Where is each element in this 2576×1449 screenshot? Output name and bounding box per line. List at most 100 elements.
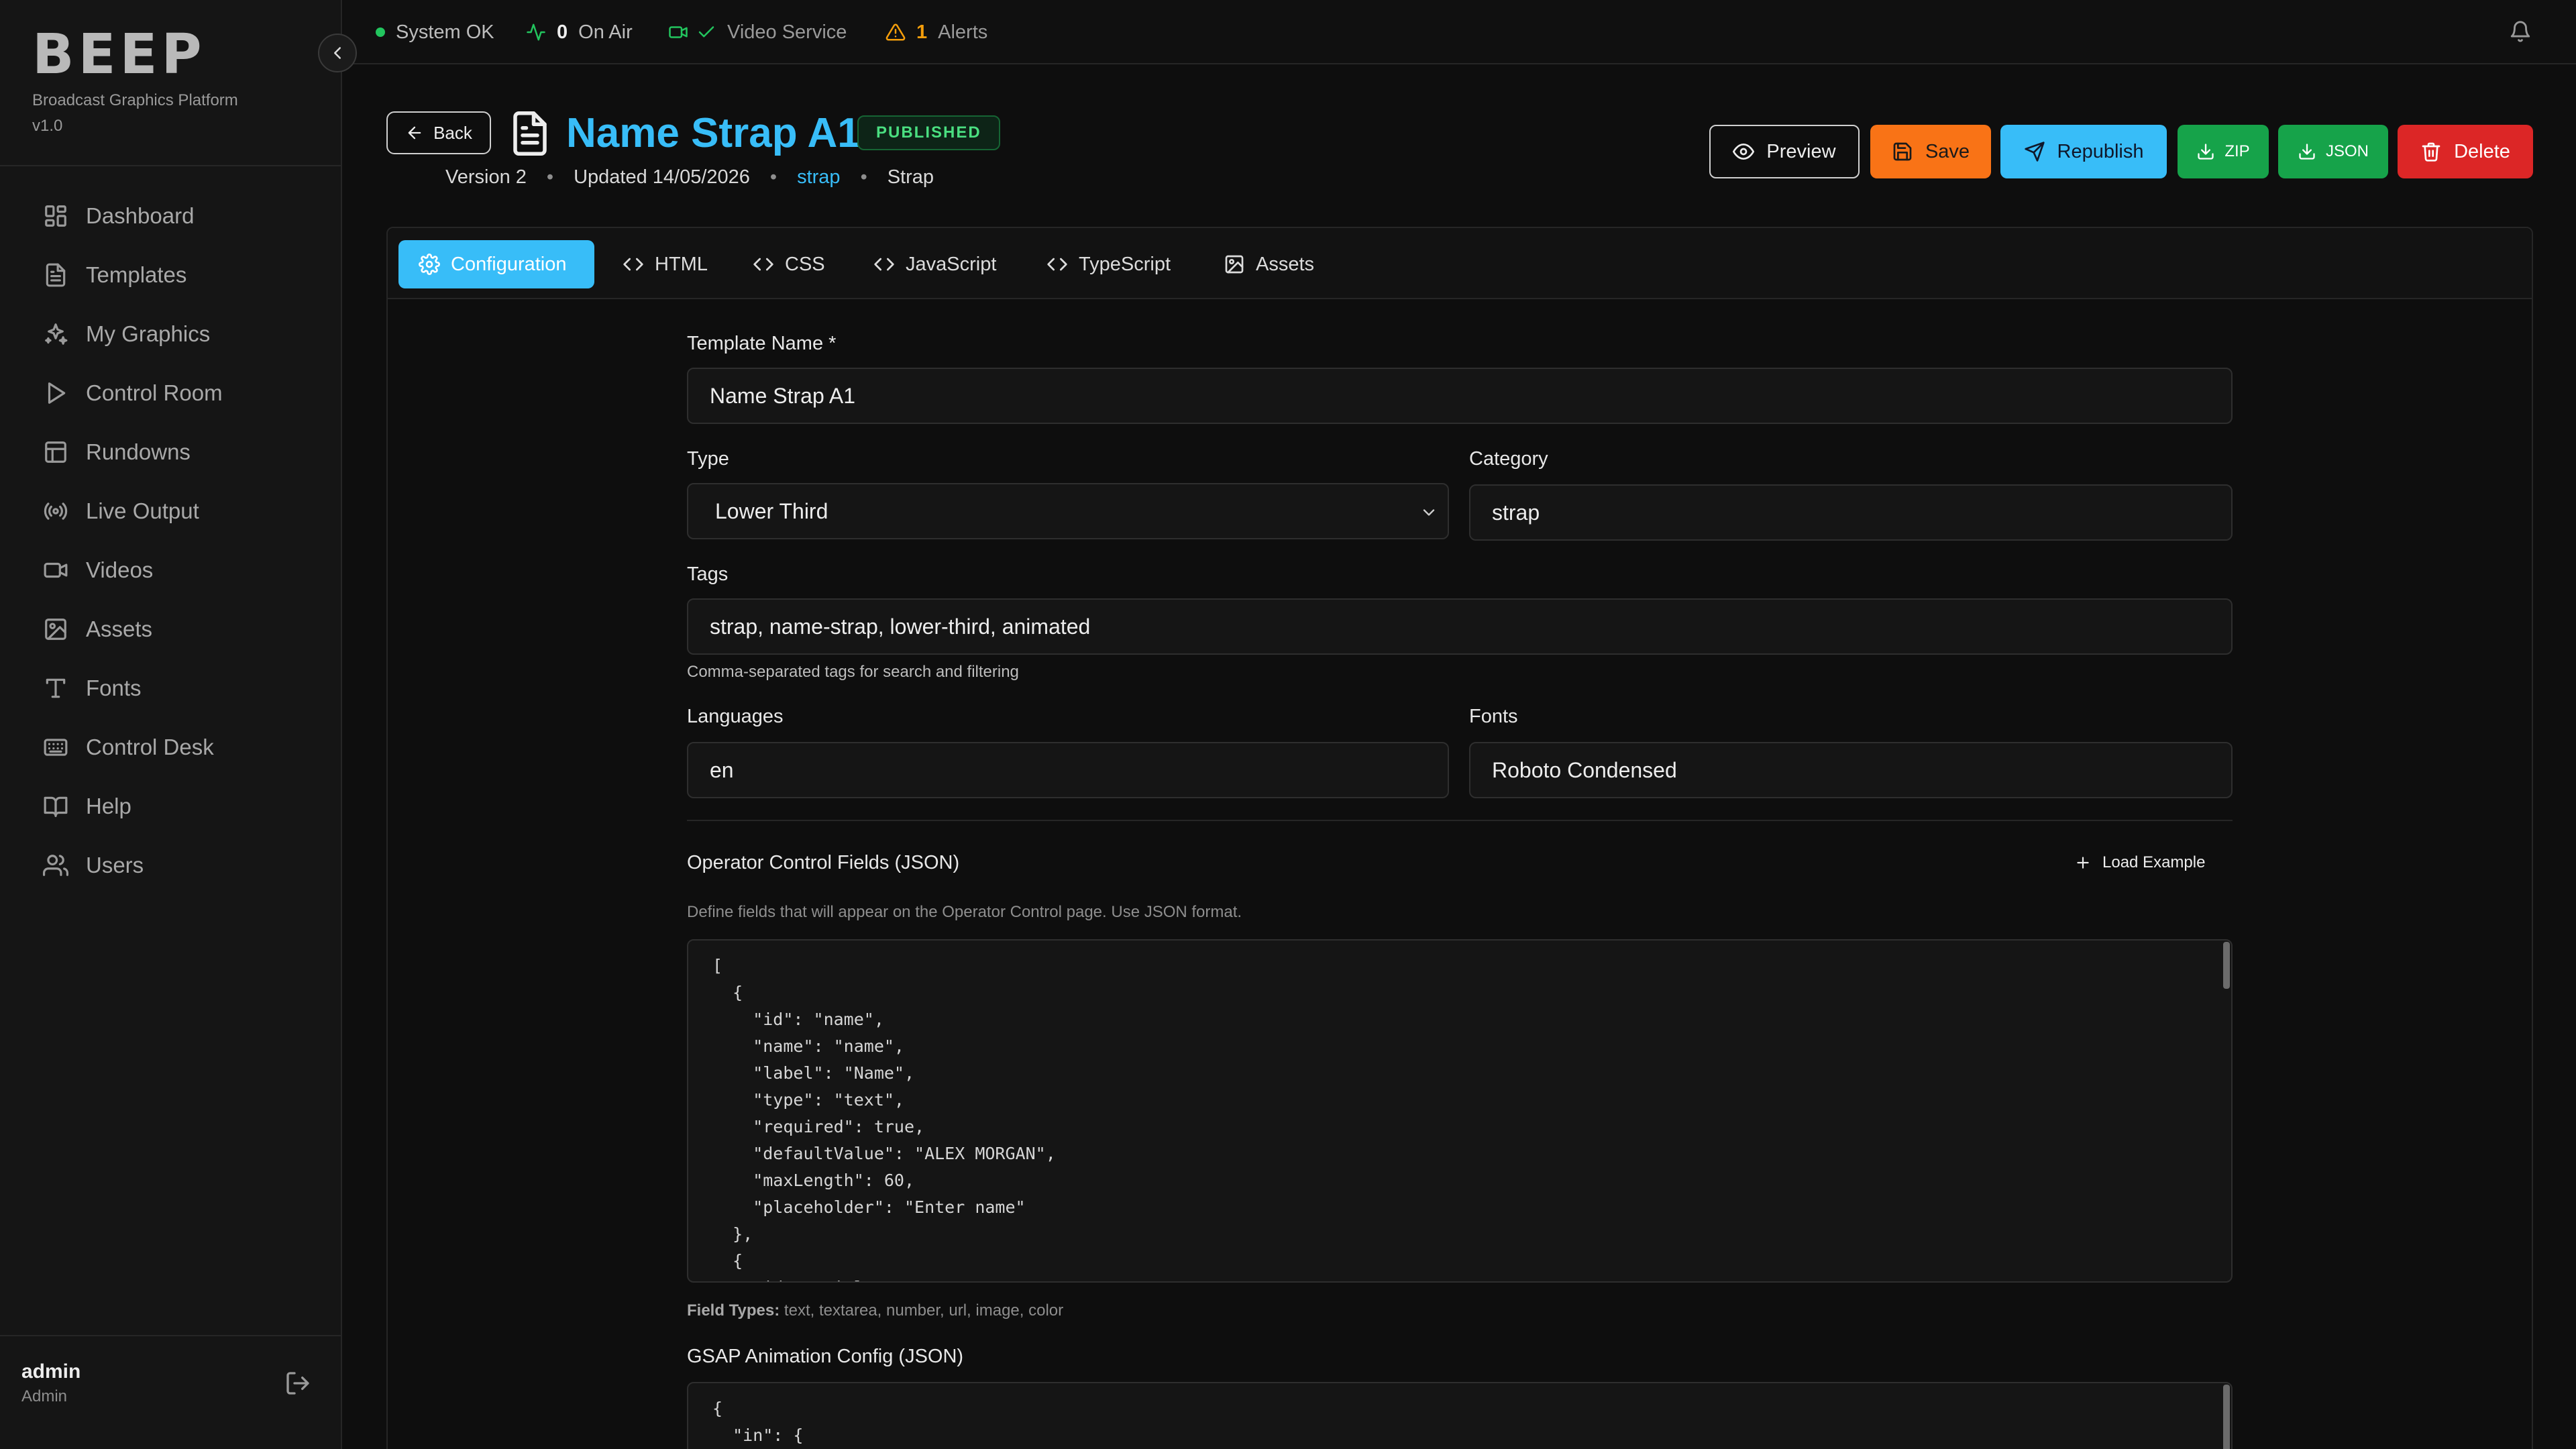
- tab-javascript[interactable]: JavaScript: [873, 240, 996, 288]
- system-status-label: System OK: [396, 21, 494, 43]
- category-link[interactable]: strap: [797, 166, 840, 189]
- republish-button[interactable]: Republish: [2000, 125, 2167, 178]
- tags-input[interactable]: strap, name-strap, lower-third, animated: [687, 598, 2233, 655]
- users-icon: [43, 853, 68, 878]
- broadcast-icon: [43, 498, 68, 524]
- sparkles-icon: [43, 321, 68, 347]
- editor-scrollbar[interactable]: [2223, 942, 2230, 989]
- gsap-config-editor[interactable]: { "in": {: [687, 1382, 2233, 1449]
- languages-input[interactable]: en: [687, 742, 1449, 798]
- operator-fields-code: [ { "id": "name", "name": "name", "label…: [712, 956, 1056, 1281]
- meta-separator: •: [546, 166, 554, 188]
- save-button[interactable]: Save: [1870, 125, 1991, 178]
- status-badge: PUBLISHED: [857, 115, 1000, 150]
- download-json-button[interactable]: JSON: [2278, 125, 2388, 178]
- zip-label: ZIP: [2224, 142, 2250, 160]
- save-icon: [1893, 142, 1912, 161]
- user-role: Admin: [21, 1387, 68, 1405]
- sidebar-item-label: My Graphics: [86, 321, 211, 346]
- sidebar-item-help[interactable]: Help: [0, 777, 342, 836]
- template-name-label: Template Name *: [687, 333, 837, 354]
- keyboard-icon: [43, 735, 68, 760]
- file-text-icon: [43, 262, 68, 288]
- gear-icon: [419, 254, 440, 275]
- preview-label: Preview: [1766, 140, 1836, 162]
- system-status: System OK: [376, 0, 494, 64]
- tab-assets[interactable]: Assets: [1224, 240, 1314, 288]
- field-types-value: text, textarea, number, url, image, colo…: [784, 1301, 1064, 1320]
- sidebar-item-label: Fonts: [86, 676, 142, 700]
- alerts-status[interactable]: 1 Alerts: [885, 0, 987, 64]
- book-icon: [43, 794, 68, 819]
- sidebar-item-label: Users: [86, 853, 144, 877]
- save-label: Save: [1925, 140, 1970, 162]
- sidebar-item-label: Dashboard: [86, 203, 195, 228]
- category-input[interactable]: strap: [1469, 484, 2233, 541]
- sidebar-item-label: Templates: [86, 262, 187, 287]
- gsap-config-label: GSAP Animation Config (JSON): [687, 1346, 964, 1367]
- sidebar-item-assets[interactable]: Assets: [0, 600, 342, 659]
- sidebar-item-templates[interactable]: Templates: [0, 246, 342, 305]
- languages-label: Languages: [687, 706, 784, 727]
- tags-label: Tags: [687, 564, 729, 585]
- operator-fields-editor[interactable]: [ { "id": "name", "name": "name", "label…: [687, 939, 2233, 1283]
- type-select[interactable]: Lower Third: [687, 483, 1449, 539]
- sidebar-item-live-output[interactable]: Live Output: [0, 482, 342, 541]
- sidebar-item-videos[interactable]: Videos: [0, 541, 342, 600]
- republish-label: Republish: [2057, 140, 2144, 162]
- sidebar-collapse-button[interactable]: [318, 34, 357, 72]
- delete-label: Delete: [2454, 140, 2510, 162]
- tab-label: Assets: [1256, 253, 1315, 275]
- tab-typescript[interactable]: TypeScript: [1046, 240, 1171, 288]
- load-example-button[interactable]: Load Example: [2074, 849, 2205, 876]
- brand-subtitle: Broadcast Graphics Platform: [32, 91, 238, 109]
- tab-configuration[interactable]: Configuration: [398, 240, 594, 288]
- download-icon: [2299, 144, 2315, 160]
- editor-scrollbar[interactable]: [2223, 1385, 2230, 1449]
- type-label: Type: [687, 448, 729, 470]
- fonts-input[interactable]: Roboto Condensed: [1469, 742, 2233, 798]
- operator-fields-help: Define fields that will appear on the Op…: [687, 903, 1242, 921]
- logout-icon[interactable]: [284, 1370, 311, 1397]
- type-select-value: Lower Third: [715, 498, 828, 523]
- sidebar-item-users[interactable]: Users: [0, 836, 342, 895]
- image-icon: [43, 616, 68, 642]
- tab-html[interactable]: HTML: [623, 240, 708, 288]
- tab-css[interactable]: CSS: [753, 240, 825, 288]
- chevron-down-icon: [1423, 509, 1435, 516]
- user-name: admin: [21, 1360, 81, 1383]
- video-service-label: Video Service: [727, 21, 847, 43]
- preview-button[interactable]: Preview: [1709, 125, 1860, 178]
- sidebar-item-fonts[interactable]: Fonts: [0, 659, 342, 718]
- delete-button[interactable]: Delete: [2398, 125, 2533, 178]
- eye-icon: [1733, 144, 1755, 160]
- sidebar-item-label: Control Desk: [86, 735, 214, 759]
- back-label: Back: [433, 122, 472, 143]
- sidebar-item-control-desk[interactable]: Control Desk: [0, 718, 342, 777]
- dashboard-icon: [43, 203, 68, 229]
- on-air-count: 0: [557, 21, 568, 43]
- brand-logo[interactable]: BEEP: [32, 28, 238, 83]
- download-icon: [2198, 144, 2214, 160]
- code-icon: [1047, 258, 1067, 271]
- template-name-input[interactable]: Name Strap A1: [687, 368, 2233, 424]
- code-icon: [753, 258, 773, 271]
- status-dot: [376, 28, 385, 37]
- alerts-label: Alerts: [938, 21, 988, 43]
- back-button[interactable]: Back: [386, 111, 491, 154]
- type-label: Strap: [887, 166, 934, 188]
- meta-separator: •: [769, 166, 777, 188]
- bell-icon[interactable]: [2509, 20, 2532, 43]
- sidebar-item-rundowns[interactable]: Rundowns: [0, 423, 342, 482]
- video-service-status: Video Service: [668, 0, 847, 64]
- sidebar-item-dashboard[interactable]: Dashboard: [0, 186, 342, 246]
- sidebar-item-label: Live Output: [86, 498, 199, 523]
- play-icon: [43, 380, 68, 406]
- brand: BEEP Broadcast Graphics Platform v1.0: [32, 28, 238, 136]
- download-zip-button[interactable]: ZIP: [2178, 125, 2269, 178]
- arrow-left-icon: [408, 126, 421, 140]
- version-label: Version 2: [445, 166, 527, 188]
- field-types-help: Field Types: text, textarea, number, url…: [687, 1301, 1063, 1320]
- sidebar-item-control-room[interactable]: Control Room: [0, 364, 342, 423]
- sidebar-item-my-graphics[interactable]: My Graphics: [0, 305, 342, 364]
